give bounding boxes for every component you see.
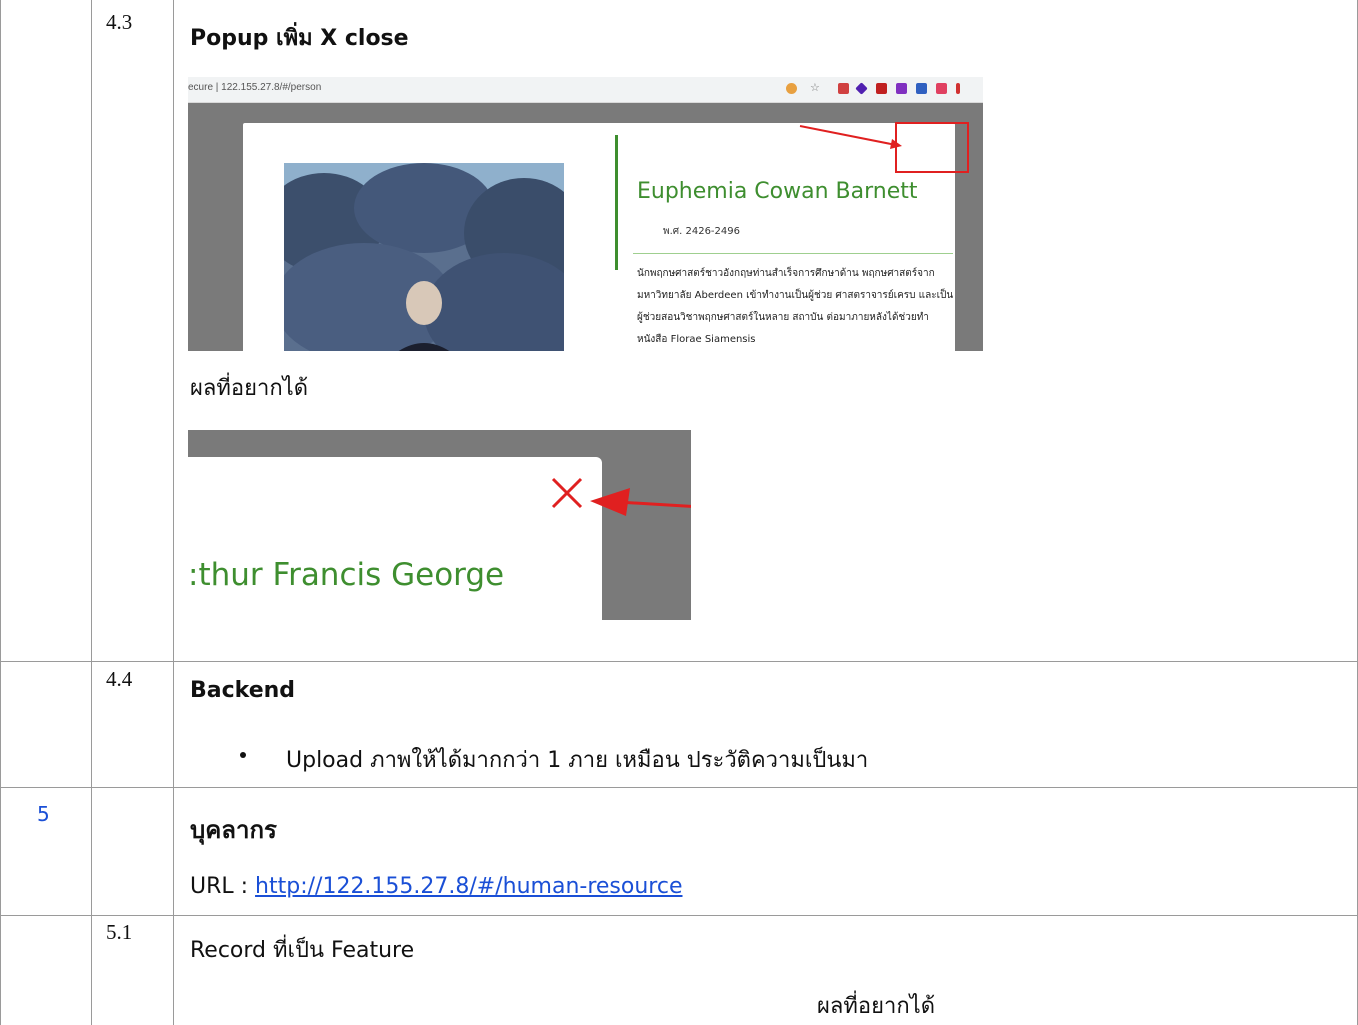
separator bbox=[633, 253, 953, 254]
red-arrow-icon bbox=[590, 488, 691, 516]
row-title: Record ที่เป็น Feature bbox=[190, 938, 415, 963]
column-divider-1 bbox=[91, 0, 92, 1025]
person-bio: นักพฤกษศาสตร์ชาวอังกฤษท่านสำเร็จการศึกษา… bbox=[637, 268, 954, 345]
url-label: URL : bbox=[190, 874, 256, 899]
row-divider-43-44 bbox=[0, 661, 1358, 662]
person-name: Euphemia Cowan Barnett bbox=[637, 179, 918, 204]
extension-icon bbox=[786, 83, 797, 94]
popup-screenshot-desired: :thur Francis George r bbox=[188, 430, 691, 620]
row-number: 4.3 bbox=[106, 10, 133, 34]
bullet-text: Upload ภาพให้ได้มากกว่า 1 ภาย เหมือน ประ… bbox=[286, 748, 869, 773]
person-name-zoomed: :thur Francis George bbox=[188, 557, 505, 593]
table-left-border bbox=[0, 0, 1, 1025]
row-number: 5.1 bbox=[106, 920, 133, 944]
close-x-icon[interactable] bbox=[550, 476, 584, 510]
row-divider-44-5 bbox=[0, 787, 1358, 788]
result-label: ผลที่อยากได้ bbox=[817, 994, 936, 1019]
url-link[interactable]: http://122.155.27.8/#/human-resource bbox=[255, 874, 682, 899]
column-divider-2 bbox=[173, 0, 174, 1025]
popup-screenshot-current: ecure | 122.155.27.8/#/person ☆ Euphemia… bbox=[188, 77, 983, 351]
row-title: Backend bbox=[190, 678, 296, 703]
extension-icon bbox=[896, 83, 907, 94]
browser-address-bar: ecure | 122.155.27.8/#/person ☆ bbox=[188, 77, 983, 103]
green-divider bbox=[615, 135, 618, 270]
person-photo bbox=[284, 163, 564, 351]
extension-icon bbox=[876, 83, 887, 94]
extension-icon bbox=[936, 83, 947, 94]
url-line: URL : http://122.155.27.8/#/human-resour… bbox=[190, 874, 683, 899]
extension-icon bbox=[838, 83, 849, 94]
row-number: 4.4 bbox=[106, 667, 133, 691]
extension-icon bbox=[956, 83, 960, 94]
person-dates: พ.ศ. 2426-2496 bbox=[663, 226, 740, 237]
row-number: 5 bbox=[37, 802, 50, 826]
address-text: ecure | 122.155.27.8/#/person bbox=[188, 82, 322, 93]
red-arrow-icon bbox=[799, 125, 902, 149]
person-name-zoomed-line2: r bbox=[188, 617, 201, 620]
popup-card-zoomed: :thur Francis George r bbox=[188, 457, 602, 620]
row-divider-5-51 bbox=[0, 915, 1358, 916]
star-icon: ☆ bbox=[810, 81, 820, 94]
result-label: ผลที่อยากได้ bbox=[190, 376, 309, 401]
extension-icon bbox=[855, 82, 868, 95]
extension-icon bbox=[916, 83, 927, 94]
section-title: บุคลากร bbox=[190, 816, 277, 844]
bullet-icon bbox=[240, 752, 246, 758]
row-title: Popup เพิ่ม X close bbox=[190, 26, 409, 51]
popup-card: Euphemia Cowan Barnett พ.ศ. 2426-2496 นั… bbox=[243, 123, 955, 351]
